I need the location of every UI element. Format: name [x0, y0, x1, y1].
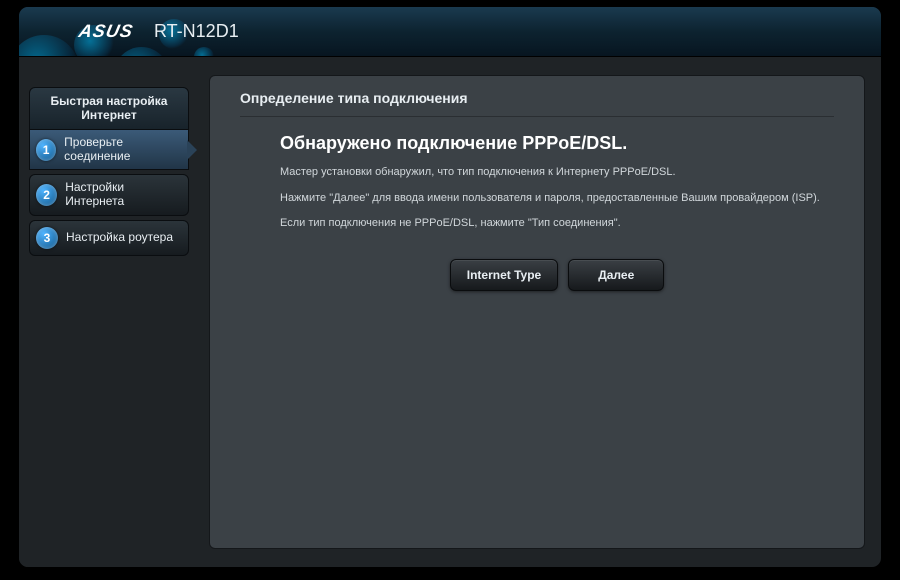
detection-line2: Нажмите "Далее" для ввода имени пользова… [280, 190, 834, 208]
next-button[interactable]: Далее [568, 259, 664, 291]
detection-line1: Мастер установки обнаружил, что тип подк… [280, 164, 834, 182]
model-name: RT-N12D1 [154, 21, 239, 42]
content-area: Быстрая настройка Интернет 1 Проверьте с… [19, 57, 881, 567]
wizard-title: Быстрая настройка Интернет [29, 87, 189, 130]
app-frame: ASUS RT-N12D1 Быстрая настройка Интернет… [18, 6, 882, 568]
panel-title: Определение типа подключения [240, 90, 834, 117]
wizard-panel: Определение типа подключения Обнаружено … [209, 75, 865, 549]
button-row: Internet Type Далее [280, 259, 834, 291]
wizard-step-internet-settings[interactable]: 2 Настройки Интернета [29, 174, 189, 216]
detection-line3: Если тип подключения не PPPoE/DSL, нажми… [280, 215, 834, 233]
wizard-sidebar: Быстрая настройка Интернет 1 Проверьте с… [19, 57, 199, 567]
brand-logo: ASUS [77, 21, 135, 42]
step-label: Проверьте соединение [64, 136, 182, 164]
step-number-badge: 3 [36, 227, 58, 249]
topbar: ASUS RT-N12D1 [19, 7, 881, 57]
step-label: Настройки Интернета [65, 181, 182, 209]
step-number-badge: 2 [36, 184, 57, 206]
wizard-step-router-settings[interactable]: 3 Настройка роутера [29, 220, 189, 256]
detection-headline: Обнаружено подключение PPPoE/DSL. [280, 133, 834, 154]
main-area: Определение типа подключения Обнаружено … [199, 57, 881, 567]
step-label: Настройка роутера [66, 231, 173, 245]
internet-type-button[interactable]: Internet Type [450, 259, 558, 291]
panel-body: Обнаружено подключение PPPoE/DSL. Мастер… [240, 133, 834, 291]
wizard-step-check-connection[interactable]: 1 Проверьте соединение [29, 130, 189, 171]
wizard-title-line2: Интернет [34, 108, 184, 122]
step-number-badge: 1 [36, 139, 56, 161]
wizard-title-line1: Быстрая настройка [34, 94, 184, 108]
